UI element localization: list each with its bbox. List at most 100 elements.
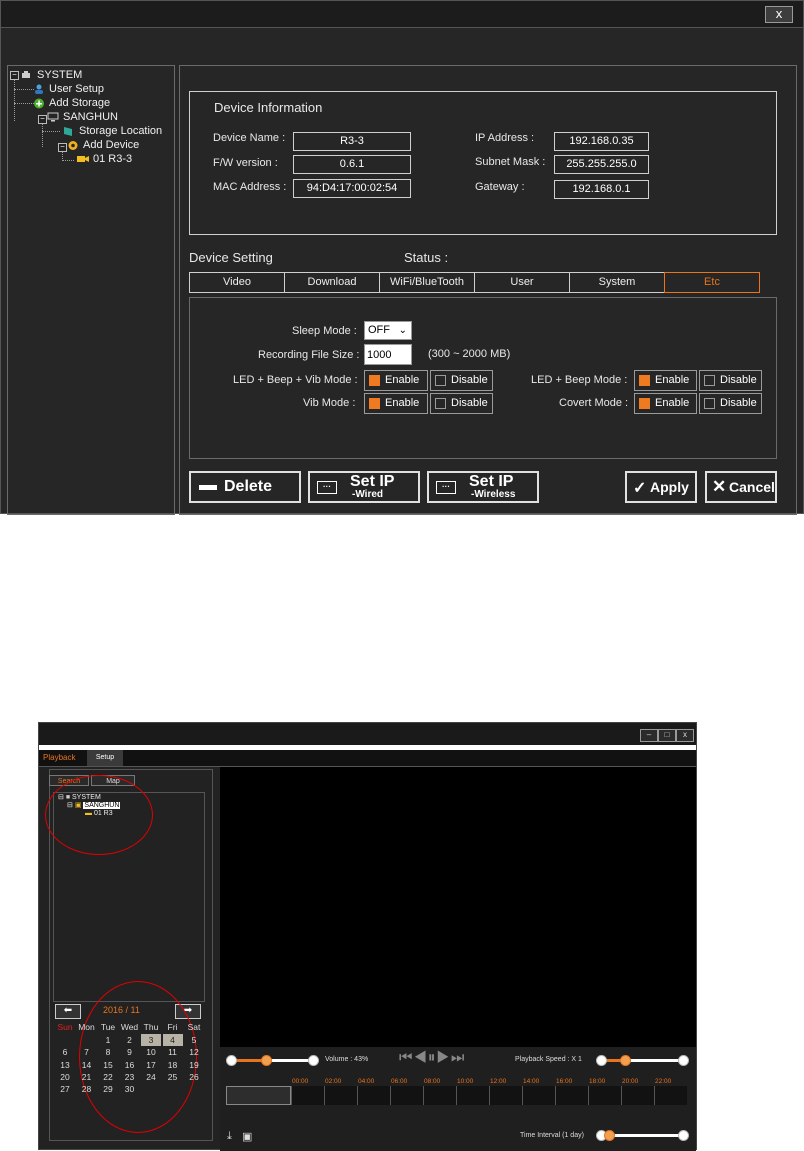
minimize-button[interactable]: – [640,729,658,742]
download-icon[interactable]: ⤓ [227,1130,232,1143]
recording-size-input[interactable] [364,344,412,365]
calendar-day[interactable]: 20 [55,1071,75,1083]
calendar-day[interactable]: 18 [163,1059,183,1071]
sleep-mode-select[interactable]: OFF ⌄ [364,321,412,340]
led-beep-disable-button[interactable]: Disable [699,370,762,391]
collapse-icon[interactable]: − [58,143,67,152]
tab-system[interactable]: System [569,272,665,293]
status-label: Status : [404,250,449,265]
calendar-day[interactable]: 30 [120,1083,140,1095]
timeline-cell[interactable] [390,1086,423,1105]
calendar-day[interactable]: 4 [162,1034,183,1047]
title-bar: x [1,1,803,28]
transport-buttons[interactable]: ⏮◀⏸▶⏭ [399,1049,465,1066]
led-beep-vib-enable-button[interactable]: Enable [364,370,428,391]
apply-button[interactable]: ✓ Apply [625,471,697,503]
timeline-cell[interactable] [522,1086,555,1105]
timeline-cell[interactable] [357,1086,390,1105]
tree-node-device[interactable]: 01 R3-3 [77,153,132,165]
timeline-cell[interactable] [621,1086,654,1105]
volume-label: Volume : 43% [325,1056,369,1063]
calendar-day[interactable]: 2 [120,1034,140,1046]
timeline-cell[interactable] [654,1086,687,1105]
timeline-cell[interactable] [588,1086,621,1105]
tree-label: Add Device [83,139,140,151]
delete-button[interactable]: Delete [189,471,301,503]
timeline-cell[interactable] [226,1086,291,1105]
checkbox-off-icon [435,398,446,409]
calendar-day[interactable]: 26 [184,1071,204,1083]
maximize-button[interactable]: □ [658,729,676,742]
calendar-day[interactable]: 25 [163,1071,183,1083]
timeline-cell[interactable] [324,1086,357,1105]
cancel-button[interactable]: ✕ Cancel [705,471,777,503]
step-back-icon[interactable]: ◀ [414,1049,428,1066]
set-ip-wired-button[interactable]: ··· Set IP -Wired [308,471,420,503]
covert-mode-label: Covert Mode : [559,397,629,409]
tree-node-storage-location[interactable]: Storage Location [63,125,162,137]
skip-start-icon[interactable]: ⏮ [399,1049,414,1066]
collapse-icon[interactable]: − [38,115,47,124]
calendar-day[interactable]: 11 [163,1046,183,1058]
set-ip-wireless-button[interactable]: ··· Set IP -Wireless [427,471,539,503]
tab-user[interactable]: User [474,272,570,293]
vib-disable-button[interactable]: Disable [430,393,493,414]
timeline-cell[interactable] [555,1086,588,1105]
calendar-day[interactable]: 7 [77,1046,97,1058]
calendar-day[interactable]: 6 [55,1046,75,1058]
collapse-icon[interactable]: − [10,71,19,80]
speed-knob[interactable] [620,1055,631,1066]
tree-node-system[interactable]: SYSTEM [21,69,82,81]
calendar-day[interactable]: 15 [98,1059,118,1071]
camera-snapshot-icon[interactable]: ▣ [242,1130,252,1143]
tab-wifi-bluetooth[interactable]: WiFi/BlueTooth [379,272,475,293]
calendar-day[interactable]: 24 [141,1071,161,1083]
timeline-cell[interactable] [489,1086,522,1105]
led-beep-vib-disable-button[interactable]: Disable [430,370,493,391]
tree-node-sanghun[interactable]: SANGHUN [47,111,118,123]
tab-download[interactable]: Download [284,272,380,293]
tree-node-user-setup[interactable]: User Setup [33,83,104,95]
timeline-cell[interactable] [291,1086,324,1105]
volume-knob[interactable] [260,1055,272,1066]
calendar-day[interactable]: 27 [55,1083,75,1095]
calendar-day[interactable]: 21 [77,1071,97,1083]
calendar-day[interactable]: 8 [98,1046,118,1058]
button-label: Delete [224,478,273,495]
prev-month-button[interactable]: ⬅ [55,1004,81,1019]
calendar-day[interactable]: 10 [141,1046,161,1058]
skip-end-icon[interactable]: ⏭ [451,1049,466,1066]
vib-enable-button[interactable]: Enable [364,393,428,414]
calendar-day[interactable]: 5 [184,1034,204,1046]
calendar-day[interactable]: 14 [77,1059,97,1071]
calendar-day[interactable]: 22 [98,1071,118,1083]
close-button[interactable]: x [765,6,793,23]
calendar-day[interactable]: 13 [55,1059,75,1071]
close-button[interactable]: x [676,729,694,742]
tab-setup[interactable]: Setup [87,750,123,766]
tree-node-add-device[interactable]: Add Device [67,139,139,151]
play-icon[interactable]: ▶ [436,1049,450,1066]
calendar-day[interactable]: 9 [120,1046,140,1058]
tab-playback[interactable]: Playback [43,753,75,762]
calendar-day[interactable]: 17 [141,1059,161,1071]
calendar-day[interactable]: 16 [120,1059,140,1071]
interval-knob[interactable] [604,1130,615,1141]
calendar-day[interactable]: 23 [120,1071,140,1083]
minus-icon [199,485,217,490]
calendar-day[interactable]: 12 [184,1046,204,1058]
covert-enable-button[interactable]: Enable [634,393,697,414]
calendar-day[interactable]: 28 [77,1083,97,1095]
tab-etc[interactable]: Etc [664,272,760,293]
calendar-day[interactable]: 19 [184,1059,204,1071]
covert-disable-button[interactable]: Disable [699,393,762,414]
calendar-day[interactable]: 29 [98,1083,118,1095]
tree-node-add-storage[interactable]: Add Storage [33,97,110,109]
led-beep-enable-button[interactable]: Enable [634,370,697,391]
timeline-cell[interactable] [423,1086,456,1105]
tab-video[interactable]: Video [189,272,285,293]
calendar-day[interactable]: 3 [141,1034,161,1047]
calendar-day[interactable]: 1 [98,1034,118,1046]
timeline-hour-label: 00:00 [292,1078,309,1085]
timeline-cell[interactable] [456,1086,489,1105]
